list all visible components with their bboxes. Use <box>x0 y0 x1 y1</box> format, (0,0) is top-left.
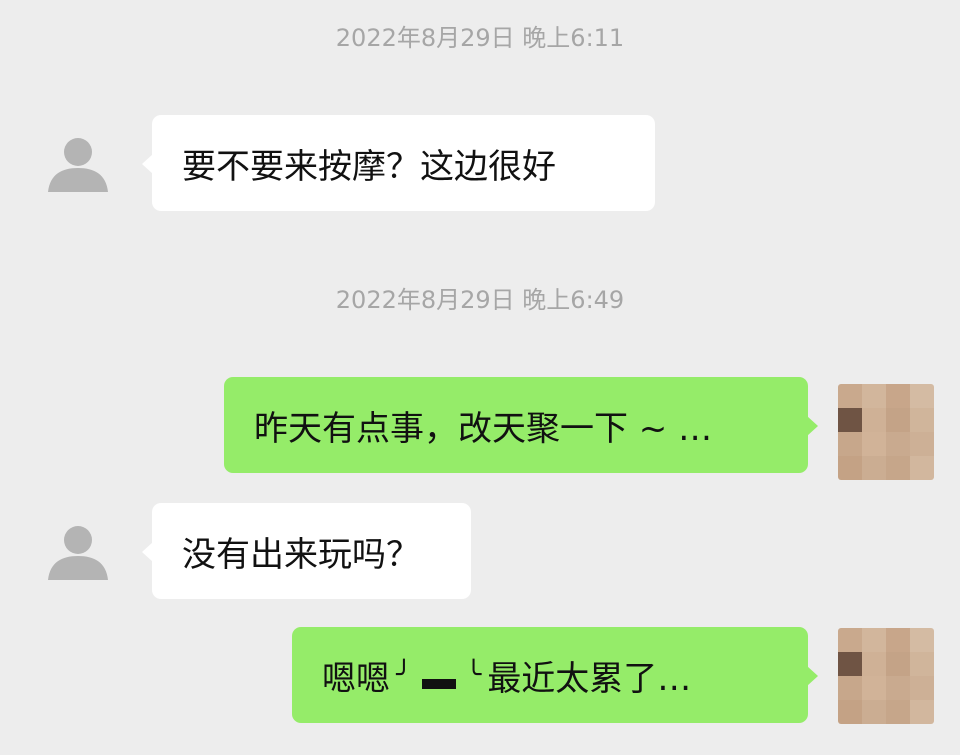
emoticon-right-glyph: ╰ <box>465 660 482 690</box>
timestamp: 2022年8月29日 晚上6:49 <box>335 286 625 314</box>
contact-avatar[interactable] <box>42 516 114 588</box>
message-bubble-outgoing[interactable]: 嗯嗯 ╯ ╰ 最近太累了… <box>292 627 818 723</box>
emoticon-mouth <box>421 679 456 689</box>
default-person-avatar-icon <box>48 138 108 192</box>
message-text: 要不要来按摩？这边很好 <box>182 146 556 187</box>
message-text-before: 嗯嗯 <box>322 658 390 699</box>
my-avatar[interactable] <box>838 384 934 480</box>
message-text: 昨天有点事，改天聚一下 ~ … <box>254 408 713 449</box>
message-bubble-incoming[interactable]: 没有出来玩吗？ <box>142 503 471 599</box>
message-text: 没有出来玩吗？ <box>182 534 420 575</box>
timestamp: 2022年8月29日 晚上6:11 <box>335 24 625 52</box>
message-bubble-outgoing[interactable]: 昨天有点事，改天聚一下 ~ … <box>224 377 818 473</box>
contact-avatar[interactable] <box>42 128 114 200</box>
message-text-after: 最近太累了… <box>487 658 692 699</box>
default-person-avatar-icon <box>48 526 108 580</box>
message-bubble-incoming[interactable]: 要不要来按摩？这边很好 <box>142 115 655 211</box>
emoticon-left-glyph: ╯ <box>396 660 412 690</box>
emoticon-face: ╯ ╰ <box>396 660 481 690</box>
my-avatar[interactable] <box>838 628 934 724</box>
